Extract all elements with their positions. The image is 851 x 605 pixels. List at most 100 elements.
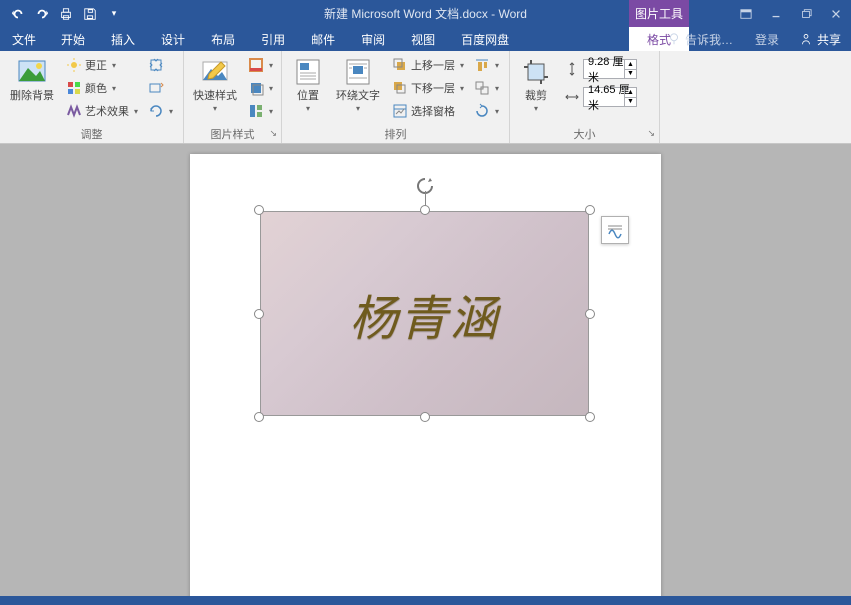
tell-me-search[interactable]: 告诉我… xyxy=(655,31,745,48)
print-button[interactable] xyxy=(56,4,76,24)
height-input-row: 9.28 厘米 ▲▼ xyxy=(564,58,637,80)
layout-options-icon xyxy=(606,221,624,239)
document-canvas[interactable]: 杨青涵 xyxy=(0,144,851,596)
brightness-icon xyxy=(66,57,82,73)
align-button[interactable]: ▾ xyxy=(472,54,501,76)
wrap-text-icon xyxy=(342,56,374,88)
tab-home[interactable]: 开始 xyxy=(48,27,98,51)
group-label-arrange: 排列 xyxy=(288,126,503,143)
restore-button[interactable] xyxy=(791,0,821,27)
height-down[interactable]: ▼ xyxy=(625,70,636,79)
group-objects-button[interactable]: ▾ xyxy=(472,77,501,99)
send-backward-button[interactable]: 下移一层▾ xyxy=(390,77,466,99)
undo-button[interactable] xyxy=(8,4,28,24)
undo-icon xyxy=(11,7,25,21)
compress-pictures-button[interactable] xyxy=(146,54,175,76)
position-icon xyxy=(292,56,324,88)
resize-handle-br[interactable] xyxy=(585,412,595,422)
corrections-button[interactable]: 更正▾ xyxy=(64,54,140,76)
close-button[interactable] xyxy=(821,0,851,27)
picture-effects-button[interactable]: ▾ xyxy=(246,77,275,99)
remove-bg-icon xyxy=(16,56,48,88)
width-input[interactable]: 14.65 厘米 ▲▼ xyxy=(583,87,637,107)
resize-handle-l[interactable] xyxy=(254,309,264,319)
minimize-button[interactable] xyxy=(761,0,791,27)
reset-icon xyxy=(148,103,164,119)
selected-image-wrapper: 杨青涵 xyxy=(260,211,589,416)
rotate-button[interactable]: ▾ xyxy=(472,100,501,122)
styles-launcher[interactable]: ↘ xyxy=(269,128,277,139)
width-down[interactable]: ▼ xyxy=(625,98,636,107)
bring-forward-button[interactable]: 上移一层▾ xyxy=(390,54,466,76)
artistic-icon xyxy=(66,103,82,119)
compress-icon xyxy=(148,57,164,73)
quick-access-toolbar: ▾ xyxy=(0,4,124,24)
remove-background-button[interactable]: 删除背景 xyxy=(6,54,58,103)
minimize-icon xyxy=(770,8,782,20)
group-icon xyxy=(474,80,490,96)
rotate-icon xyxy=(474,103,490,119)
tab-file[interactable]: 文件 xyxy=(0,27,48,51)
resize-handle-t[interactable] xyxy=(420,205,430,215)
height-input[interactable]: 9.28 厘米 ▲▼ xyxy=(583,59,637,79)
tab-review[interactable]: 审阅 xyxy=(348,27,398,51)
ribbon-display-button[interactable] xyxy=(731,0,761,27)
bring-fwd-icon xyxy=(392,57,408,73)
redo-button[interactable] xyxy=(32,4,52,24)
artistic-effects-button[interactable]: 艺术效果▾ xyxy=(64,100,140,122)
height-up[interactable]: ▲ xyxy=(625,60,636,70)
image-text: 杨青涵 xyxy=(349,279,499,349)
login-button[interactable]: 登录 xyxy=(745,27,789,51)
width-input-row: 14.65 厘米 ▲▼ xyxy=(564,86,637,108)
wrap-text-button[interactable]: 环绕文字 ▾ xyxy=(332,54,384,113)
share-icon xyxy=(799,32,813,46)
selection-pane-icon xyxy=(392,103,408,119)
qat-customize[interactable]: ▾ xyxy=(104,4,124,24)
border-icon xyxy=(248,57,264,73)
position-button[interactable]: 位置 ▾ xyxy=(288,54,328,113)
tab-baidu-netdisk[interactable]: 百度网盘 xyxy=(448,27,522,51)
title-bar: ▾ 新建 Microsoft Word 文档.docx - Word 图片工具 xyxy=(0,0,851,27)
quick-styles-icon xyxy=(199,56,231,88)
tab-references[interactable]: 引用 xyxy=(248,27,298,51)
color-button[interactable]: 颜色▾ xyxy=(64,77,140,99)
tab-mailings[interactable]: 邮件 xyxy=(298,27,348,51)
redo-icon xyxy=(35,7,49,21)
picture-border-button[interactable]: ▾ xyxy=(246,54,275,76)
width-up[interactable]: ▲ xyxy=(625,88,636,98)
crop-button[interactable]: 裁剪 ▾ xyxy=(516,54,556,113)
print-icon xyxy=(59,7,73,21)
width-icon xyxy=(564,89,580,105)
lightbulb-icon xyxy=(667,32,681,46)
quick-styles-button[interactable]: 快速样式 ▾ xyxy=(190,54,240,113)
status-bar xyxy=(0,596,851,605)
change-picture-button[interactable] xyxy=(146,77,175,99)
tab-insert[interactable]: 插入 xyxy=(98,27,148,51)
resize-handle-tr[interactable] xyxy=(585,205,595,215)
layout-options-button[interactable] xyxy=(601,216,629,244)
page: 杨青涵 xyxy=(190,154,661,596)
selected-image[interactable]: 杨青涵 xyxy=(260,211,589,416)
document-title: 新建 Microsoft Word 文档.docx - Word xyxy=(324,5,527,22)
group-label-size: 大小 ↘ xyxy=(516,126,653,143)
color-icon xyxy=(66,80,82,96)
send-back-icon xyxy=(392,80,408,96)
contextual-tab-label: 图片工具 xyxy=(629,0,689,27)
resize-handle-bl[interactable] xyxy=(254,412,264,422)
align-icon xyxy=(474,57,490,73)
save-button[interactable] xyxy=(80,4,100,24)
tab-design[interactable]: 设计 xyxy=(148,27,198,51)
change-pic-icon xyxy=(148,80,164,96)
share-button[interactable]: 共享 xyxy=(789,27,851,51)
tab-layout[interactable]: 布局 xyxy=(198,27,248,51)
selection-pane-button[interactable]: 选择窗格 xyxy=(390,100,466,122)
resize-handle-b[interactable] xyxy=(420,412,430,422)
resize-handle-tl[interactable] xyxy=(254,205,264,215)
group-label-adjust: 调整 xyxy=(6,126,177,143)
crop-icon xyxy=(520,56,552,88)
reset-picture-button[interactable]: ▾ xyxy=(146,100,175,122)
resize-handle-r[interactable] xyxy=(585,309,595,319)
picture-layout-button[interactable]: ▾ xyxy=(246,100,275,122)
tab-view[interactable]: 视图 xyxy=(398,27,448,51)
size-launcher[interactable]: ↘ xyxy=(647,128,655,139)
